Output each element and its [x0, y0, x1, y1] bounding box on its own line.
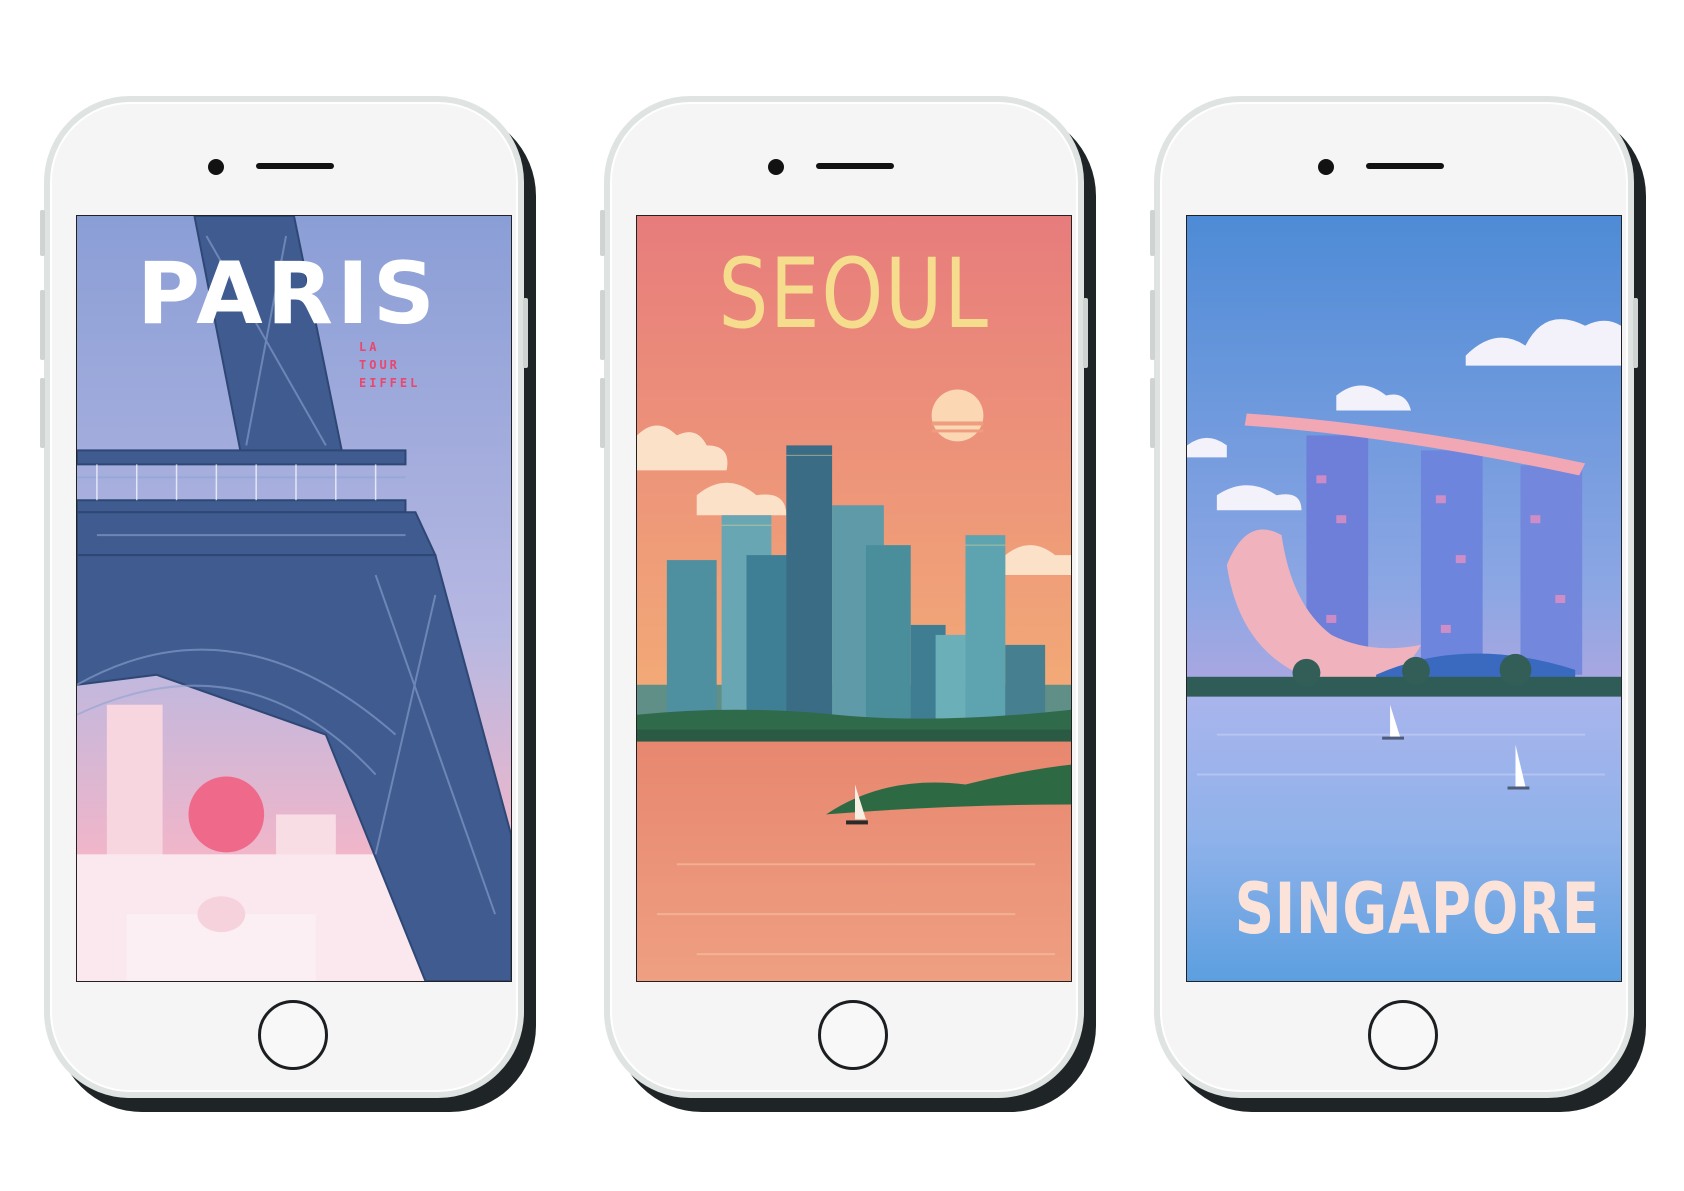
- volume-down-button: [40, 378, 45, 448]
- volume-down-button: [1150, 378, 1155, 448]
- singapore-title: SINGAPORE: [1234, 868, 1600, 950]
- volume-down-button: [600, 378, 605, 448]
- volume-up-button: [600, 290, 605, 360]
- camera-icon: [768, 159, 784, 175]
- power-button: [1083, 298, 1088, 368]
- paris-subtitle-line: LA: [359, 340, 380, 354]
- home-button-icon[interactable]: [818, 1000, 888, 1070]
- power-button: [1633, 298, 1638, 368]
- speaker-icon: [256, 163, 334, 169]
- seoul-poster-screen: SEOUL: [636, 215, 1072, 982]
- phone-singapore: SINGAPORE: [1150, 96, 1638, 1098]
- power-button: [523, 298, 528, 368]
- paris-poster-screen: PARIS LA TOUR EIFFEL: [76, 215, 512, 982]
- singapore-poster-screen: SINGAPORE: [1186, 215, 1622, 982]
- paris-subtitle-line: EIFFEL: [359, 376, 421, 390]
- paris-title: PARIS: [137, 244, 439, 344]
- volume-up-button: [1150, 290, 1155, 360]
- paris-subtitle-line: TOUR: [359, 358, 400, 372]
- paris-subtitle: LA TOUR EIFFEL: [359, 338, 420, 392]
- speaker-icon: [816, 163, 894, 169]
- seoul-title: SEOUL: [718, 238, 990, 350]
- mute-switch: [40, 210, 45, 256]
- mute-switch: [600, 210, 605, 256]
- speaker-icon: [1366, 163, 1444, 169]
- phone-seoul: SEOUL: [600, 96, 1088, 1098]
- home-button-icon[interactable]: [1368, 1000, 1438, 1070]
- singapore-poster-art: [1187, 216, 1621, 981]
- volume-up-button: [40, 290, 45, 360]
- phone-paris: PARIS LA TOUR EIFFEL: [40, 96, 528, 1098]
- camera-icon: [208, 159, 224, 175]
- home-button-icon[interactable]: [258, 1000, 328, 1070]
- mute-switch: [1150, 210, 1155, 256]
- camera-icon: [1318, 159, 1334, 175]
